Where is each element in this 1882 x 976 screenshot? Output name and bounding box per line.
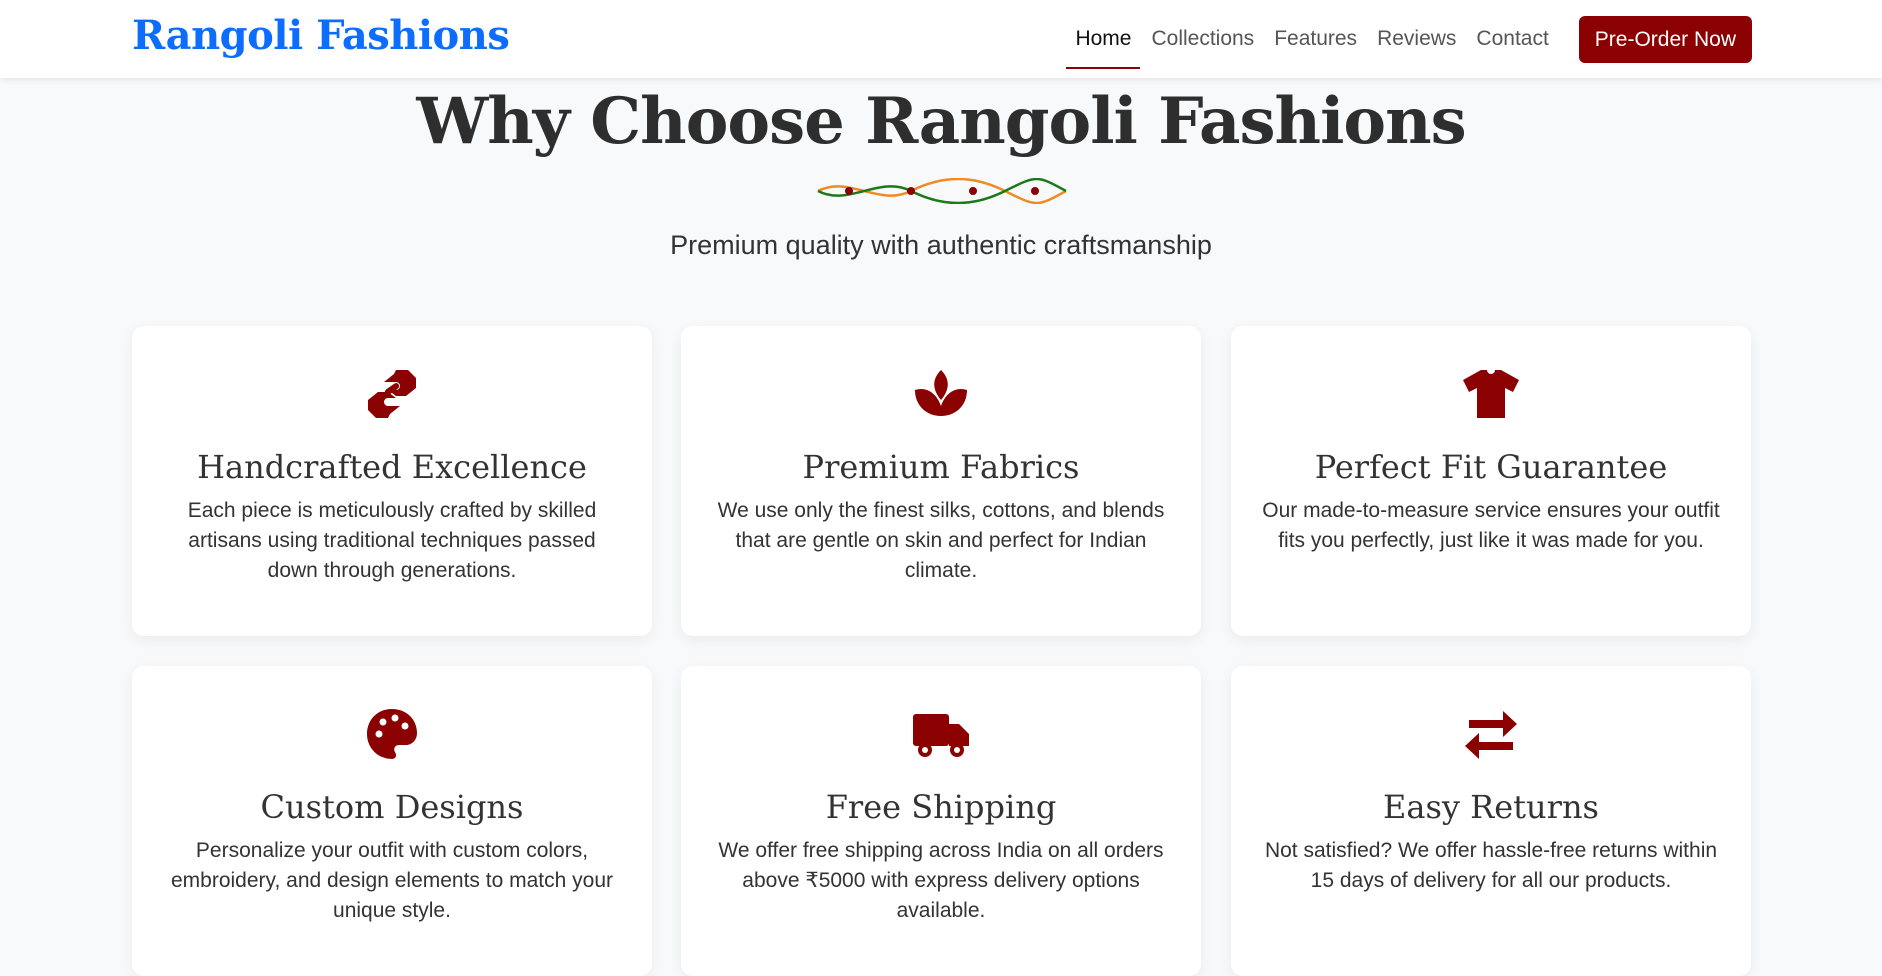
section-title: Why Choose Rangoli Fashions: [416, 84, 1466, 159]
tshirt-icon: [1461, 364, 1521, 424]
feature-description: Our made-to-measure service ensures your…: [1262, 499, 1720, 552]
brand-logo[interactable]: Rangoli Fashions: [132, 12, 510, 59]
feature-title: Handcrafted Excellence: [197, 448, 587, 486]
feature-card-fit: Perfect Fit Guarantee Our made-to-measur…: [1231, 326, 1751, 636]
feature-title: Free Shipping: [825, 788, 1057, 826]
nav-link-contact[interactable]: Contact: [1466, 9, 1558, 69]
feature-title: Easy Returns: [1383, 788, 1599, 826]
feature-title: Perfect Fit Guarantee: [1314, 448, 1668, 486]
nav-link-home[interactable]: Home: [1065, 9, 1141, 69]
feature-card-fabrics: Premium Fabrics We use only the finest s…: [681, 326, 1201, 636]
decorative-divider-icon: [817, 178, 1067, 204]
feature-description: Personalize your outfit with custom colo…: [170, 839, 613, 922]
nav-link-features[interactable]: Features: [1264, 9, 1367, 69]
navbar: Rangoli Fashions Home Collections Featur…: [0, 0, 1882, 78]
feature-description: Not satisfied? We offer hassle-free retu…: [1264, 839, 1718, 892]
nav-link-collections[interactable]: Collections: [1141, 9, 1264, 69]
truck-icon: [911, 704, 971, 764]
lotus-icon: [911, 364, 971, 424]
pre-order-button[interactable]: Pre-Order Now: [1578, 15, 1752, 63]
feature-card-returns: Easy Returns Not satisfied? We offer has…: [1231, 666, 1751, 976]
exchange-arrows-icon: [1461, 704, 1521, 764]
nav-link-reviews[interactable]: Reviews: [1367, 9, 1466, 69]
feature-card-handcrafted: Handcrafted Excellence Each piece is met…: [132, 326, 652, 636]
feature-title: Premium Fabrics: [802, 448, 1080, 486]
nav-links: Home Collections Features Reviews Contac…: [1065, 0, 1882, 78]
feature-card-shipping: Free Shipping We offer free shipping acr…: [681, 666, 1201, 976]
feature-description: We offer free shipping across India on a…: [718, 839, 1164, 922]
feature-description: We use only the finest silks, cottons, a…: [717, 499, 1165, 582]
feature-title: Custom Designs: [260, 788, 524, 826]
feature-description: Each piece is meticulously crafted by sk…: [187, 499, 597, 582]
palette-icon: [362, 704, 422, 764]
section-subtitle: Premium quality with authentic craftsman…: [670, 230, 1212, 260]
handshake-icon: [362, 364, 422, 424]
feature-card-custom: Custom Designs Personalize your outfit w…: [132, 666, 652, 976]
